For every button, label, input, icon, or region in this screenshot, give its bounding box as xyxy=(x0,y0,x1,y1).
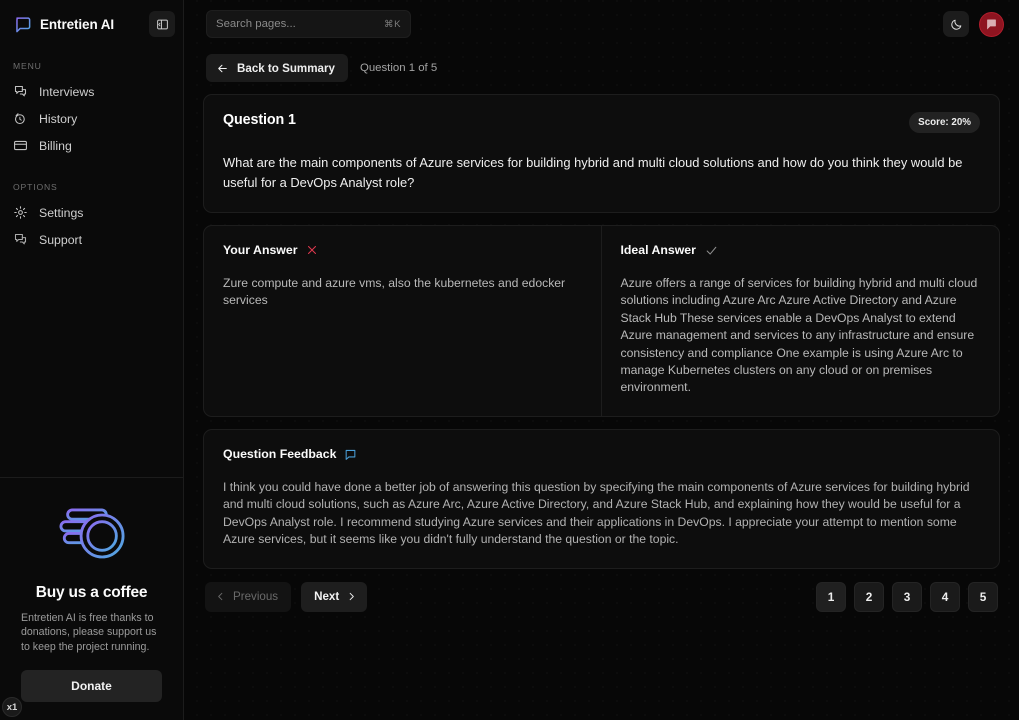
sidebar: Entretien AI MENU Interviews xyxy=(0,0,184,720)
ideal-answer-pane: Ideal Answer Azure offers a range of ser… xyxy=(602,226,1000,416)
question-title: Question 1 xyxy=(223,112,909,128)
search-shortcut-hint: ⌘K xyxy=(384,19,401,30)
back-button-label: Back to Summary xyxy=(237,62,335,75)
page-number-list: 1 2 3 4 5 xyxy=(816,582,998,612)
moon-icon xyxy=(950,18,963,31)
search-placeholder: Search pages... xyxy=(216,18,384,30)
score-badge: Score: 20% xyxy=(909,112,980,133)
brand-row: Entretien AI xyxy=(0,0,183,48)
next-button[interactable]: Next xyxy=(301,582,367,612)
ideal-answer-title: Ideal Answer xyxy=(621,243,696,257)
previous-button-label: Previous xyxy=(233,590,278,603)
promo-title: Buy us a coffee xyxy=(21,584,162,602)
your-answer-header: Your Answer xyxy=(223,243,582,257)
chevron-left-icon xyxy=(215,591,226,602)
donate-button[interactable]: Donate xyxy=(21,670,162,702)
sidebar-item-label: Settings xyxy=(39,206,83,220)
previous-button[interactable]: Previous xyxy=(205,582,291,612)
pagination-bar: Previous Next 1 2 3 4 5 xyxy=(203,582,1000,612)
corner-badge[interactable]: x1 xyxy=(2,697,22,717)
sidebar-item-label: Support xyxy=(39,233,82,247)
main-area: Search pages... ⌘K Back to Summary xyxy=(184,0,1019,720)
donation-promo-card: Buy us a coffee Entretien AI is free tha… xyxy=(0,477,183,720)
question-counter: Question 1 of 5 xyxy=(360,62,437,74)
app-root: Entretien AI MENU Interviews xyxy=(0,0,1019,720)
page-button-1[interactable]: 1 xyxy=(816,582,846,612)
menu-section-header: MENU xyxy=(0,61,183,71)
theme-toggle-button[interactable] xyxy=(943,11,969,37)
coffee-coins-icon xyxy=(50,504,134,568)
answers-card: Your Answer Zure compute and azure vms, … xyxy=(203,225,1000,417)
sidebar-item-history[interactable]: History xyxy=(0,105,183,132)
topbar: Search pages... ⌘K xyxy=(184,0,1019,48)
brand-name: Entretien AI xyxy=(40,17,141,32)
ideal-answer-header: Ideal Answer xyxy=(621,243,981,257)
sidebar-item-interviews[interactable]: Interviews xyxy=(0,78,183,105)
avatar-glyph xyxy=(984,17,999,32)
speech-bubble-logo-icon xyxy=(13,15,32,34)
x-mark-icon xyxy=(306,244,318,256)
gear-icon xyxy=(13,205,28,220)
promo-description: Entretien AI is free thanks to donations… xyxy=(21,611,162,655)
page-button-4[interactable]: 4 xyxy=(930,582,960,612)
your-answer-text: Zure compute and azure vms, also the kub… xyxy=(223,275,582,310)
options-section-label: OPTIONS xyxy=(0,182,183,192)
content-area: Question 1 Score: 20% What are the main … xyxy=(184,88,1019,720)
search-input[interactable]: Search pages... ⌘K xyxy=(206,10,411,38)
sidebar-item-billing[interactable]: Billing xyxy=(0,132,183,159)
page-button-2[interactable]: 2 xyxy=(854,582,884,612)
back-to-summary-button[interactable]: Back to Summary xyxy=(206,54,348,82)
messages-square-icon xyxy=(13,84,28,99)
your-answer-pane: Your Answer Zure compute and azure vms, … xyxy=(204,226,602,416)
chat-bubble-icon xyxy=(344,448,357,461)
messages-square-icon xyxy=(13,232,28,247)
chevron-right-icon xyxy=(346,591,357,602)
your-answer-title: Your Answer xyxy=(223,243,297,257)
ideal-answer-text: Azure offers a range of services for bui… xyxy=(621,275,981,397)
options-section-header: OPTIONS xyxy=(0,182,183,192)
feedback-text: I think you could have done a better job… xyxy=(223,479,980,549)
question-header: Question 1 Score: 20% xyxy=(223,112,980,133)
menu-section-label: MENU xyxy=(0,61,183,71)
sidebar-item-support[interactable]: Support xyxy=(0,226,183,253)
feedback-header: Question Feedback xyxy=(223,447,980,461)
panel-collapse-glyph xyxy=(156,18,169,31)
credit-card-icon xyxy=(13,138,28,153)
question-card: Question 1 Score: 20% What are the main … xyxy=(203,94,1000,213)
check-mark-icon xyxy=(705,244,718,257)
feedback-title: Question Feedback xyxy=(223,447,336,461)
arrow-left-icon xyxy=(216,62,229,75)
history-clock-icon xyxy=(13,111,28,126)
user-avatar[interactable] xyxy=(979,12,1004,37)
next-button-label: Next xyxy=(314,590,339,603)
page-button-5[interactable]: 5 xyxy=(968,582,998,612)
sidebar-item-label: Interviews xyxy=(39,85,94,99)
sidebar-item-label: History xyxy=(39,112,77,126)
sidebar-item-label: Billing xyxy=(39,139,72,153)
sidebar-item-settings[interactable]: Settings xyxy=(0,199,183,226)
subbar: Back to Summary Question 1 of 5 xyxy=(184,48,1019,88)
question-text: What are the main components of Azure se… xyxy=(223,153,968,193)
feedback-card: Question Feedback I think you could have… xyxy=(203,429,1000,569)
sidebar-spacer xyxy=(0,253,183,477)
panel-collapse-icon[interactable] xyxy=(149,11,175,37)
page-button-3[interactable]: 3 xyxy=(892,582,922,612)
